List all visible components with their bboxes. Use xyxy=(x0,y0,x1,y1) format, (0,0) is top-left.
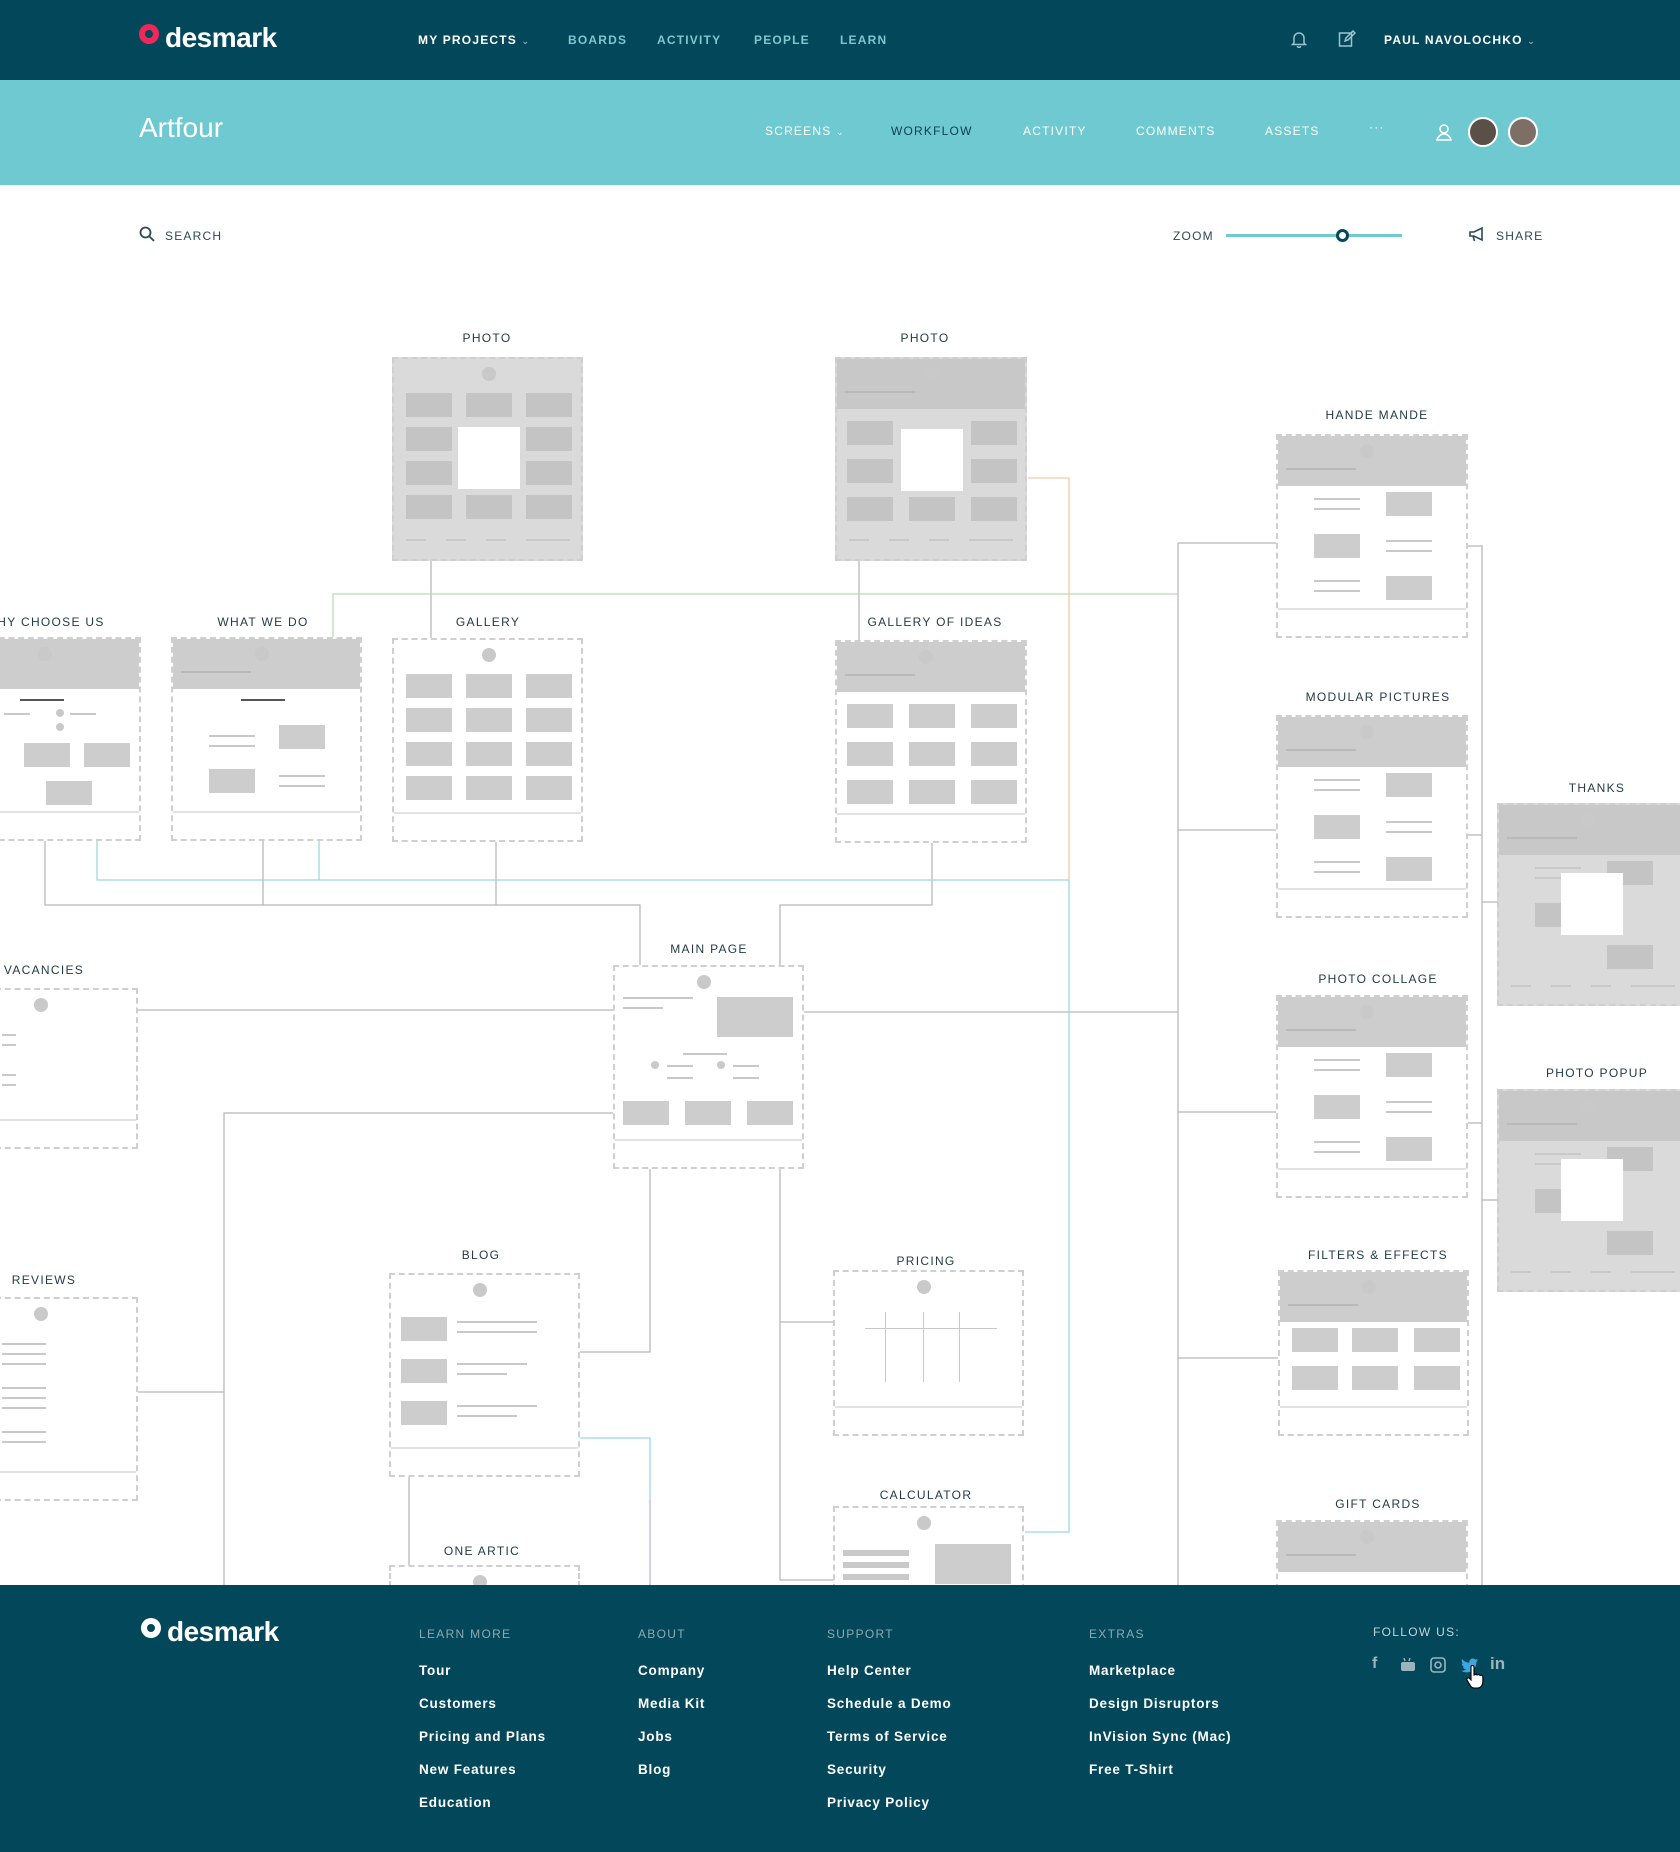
screen-thumbnail-gallery[interactable] xyxy=(392,638,583,842)
screen-label: HY CHOOSE US xyxy=(0,615,105,629)
screen-thumbnail-vacancies[interactable] xyxy=(0,988,138,1149)
footer-heading: LEARN MORE xyxy=(419,1627,512,1641)
screen-label: REVIEWS xyxy=(11,1273,77,1287)
screen-label: MAIN PAGE xyxy=(670,942,748,956)
screen-label: PHOTO xyxy=(462,331,512,345)
screen-label: THANKS xyxy=(1568,781,1626,795)
footer-link[interactable]: Education xyxy=(419,1795,546,1828)
screen-thumbnail-why-choose-us[interactable] xyxy=(0,637,141,841)
youtube-icon[interactable] xyxy=(1400,1657,1416,1677)
footer-link[interactable]: Blog xyxy=(638,1762,705,1795)
screen-label: GIFT CARDS xyxy=(1335,1497,1421,1511)
screen-label: FILTERS & EFFECTS xyxy=(1308,1248,1448,1262)
footer-column-about: ABOUT Company Media Kit Jobs Blog xyxy=(638,1627,705,1795)
footer-link[interactable]: Marketplace xyxy=(1089,1663,1231,1696)
screen-label: VACANCIES xyxy=(3,963,85,977)
screen-thumbnail-filters-effects[interactable] xyxy=(1278,1270,1469,1436)
screen-thumbnail-blog[interactable] xyxy=(389,1273,580,1477)
screen-label: ONE ARTIC xyxy=(443,1544,521,1558)
screen-thumbnail-hande-mande[interactable] xyxy=(1276,434,1468,638)
screen-thumbnail-main-page[interactable] xyxy=(613,965,804,1169)
facebook-icon[interactable]: f xyxy=(1372,1655,1377,1673)
screen-label: GALLERY xyxy=(455,615,521,629)
screen-label: PRICING xyxy=(896,1254,956,1268)
linkedin-icon[interactable]: in xyxy=(1490,1654,1505,1674)
footer-column-learn-more: LEARN MORE Tour Customers Pricing and Pl… xyxy=(419,1627,546,1828)
screen-thumbnail-pricing[interactable] xyxy=(833,1270,1024,1436)
screen-thumbnail-photo[interactable] xyxy=(835,357,1027,561)
screen-thumbnail-reviews[interactable] xyxy=(0,1297,138,1501)
footer-heading: EXTRAS xyxy=(1089,1627,1145,1641)
screen-label: BLOG xyxy=(461,1248,501,1262)
footer-link[interactable]: Company xyxy=(638,1663,705,1696)
screen-thumbnail-thanks[interactable] xyxy=(1497,803,1680,1006)
screen-thumbnail-calculator[interactable] xyxy=(833,1506,1024,1590)
footer-link[interactable]: Help Center xyxy=(827,1663,952,1696)
screen-label: HANDE MANDE xyxy=(1325,408,1429,422)
hand-cursor-icon xyxy=(1466,1665,1484,1694)
footer-follow: FOLLOW US: xyxy=(1373,1625,1460,1661)
screen-label: MODULAR PICTURES xyxy=(1305,690,1451,704)
footer-link[interactable]: New Features xyxy=(419,1762,546,1795)
footer-link[interactable]: Customers xyxy=(419,1696,546,1729)
brand-name: desmark xyxy=(167,1616,279,1647)
screen-thumbnail-photo[interactable] xyxy=(392,357,583,561)
footer-column-extras: EXTRAS Marketplace Design Disruptors InV… xyxy=(1089,1627,1231,1795)
screen-thumbnail-what-we-do[interactable] xyxy=(171,637,362,841)
footer-link[interactable]: Schedule a Demo xyxy=(827,1696,952,1729)
footer-heading: SUPPORT xyxy=(827,1627,894,1641)
footer-link[interactable]: Pricing and Plans xyxy=(419,1729,546,1762)
screen-label: CALCULATOR xyxy=(879,1488,973,1502)
footer-desmark-logo[interactable]: desmark xyxy=(141,1616,279,1648)
footer-link[interactable]: Tour xyxy=(419,1663,546,1696)
footer-heading: ABOUT xyxy=(638,1627,686,1641)
logo-mark-icon xyxy=(141,1618,161,1638)
screen-label: PHOTO POPUP xyxy=(1545,1066,1649,1080)
screen-thumbnail-modular-pictures[interactable] xyxy=(1276,715,1468,918)
screen-label: WHAT WE DO xyxy=(217,615,309,629)
screen-label: PHOTO COLLAGE xyxy=(1318,972,1438,986)
footer-link[interactable]: Free T-Shirt xyxy=(1089,1762,1231,1795)
footer-link[interactable]: Privacy Policy xyxy=(827,1795,952,1828)
footer-link[interactable]: Media Kit xyxy=(638,1696,705,1729)
screen-label: PHOTO xyxy=(900,331,950,345)
screen-label: GALLERY OF IDEAS xyxy=(867,615,1003,629)
screen-thumbnail-gift-cards[interactable] xyxy=(1276,1520,1468,1590)
screen-thumbnail-gallery-of-ideas[interactable] xyxy=(835,640,1027,843)
instagram-icon[interactable] xyxy=(1430,1657,1446,1678)
screen-thumbnail-photo-popup[interactable] xyxy=(1497,1089,1680,1292)
follow-us-label: FOLLOW US: xyxy=(1373,1625,1461,1639)
footer-link[interactable]: Jobs xyxy=(638,1729,705,1762)
footer-link[interactable]: Security xyxy=(827,1762,952,1795)
footer-link[interactable]: Terms of Service xyxy=(827,1729,952,1762)
footer-column-support: SUPPORT Help Center Schedule a Demo Term… xyxy=(827,1627,952,1828)
screen-thumbnail-photo-collage[interactable] xyxy=(1276,995,1468,1198)
footer-link[interactable]: Design Disruptors xyxy=(1089,1696,1231,1729)
footer-link[interactable]: InVision Sync (Mac) xyxy=(1089,1729,1231,1762)
